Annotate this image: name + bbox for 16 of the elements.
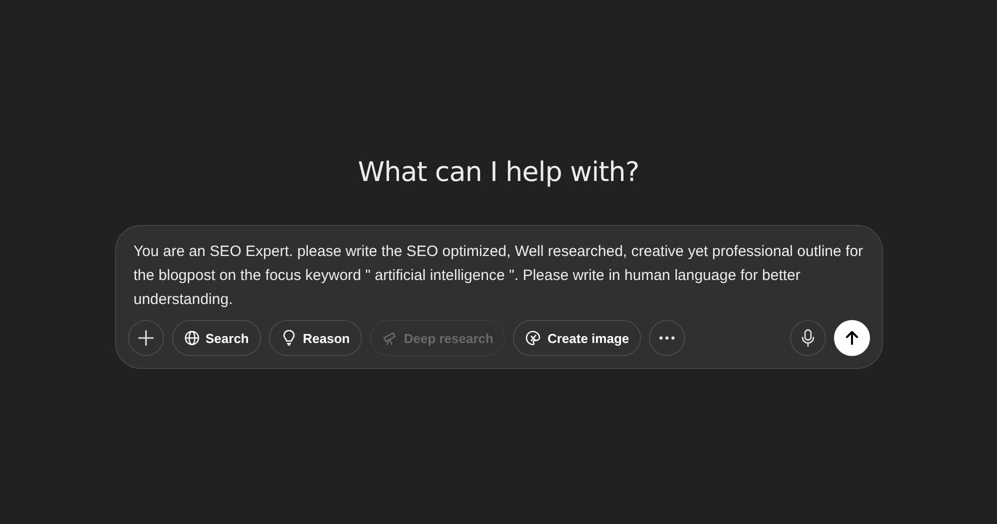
microphone-button[interactable] — [790, 320, 826, 356]
search-button[interactable]: Search — [172, 320, 261, 356]
lightbulb-icon — [280, 330, 297, 346]
reason-button[interactable]: Reason — [268, 320, 362, 356]
microphone-icon — [800, 329, 816, 347]
palette-icon — [525, 330, 542, 346]
plus-icon — [136, 329, 154, 347]
send-button[interactable] — [834, 320, 870, 356]
attach-button[interactable] — [128, 320, 164, 356]
more-icon — [658, 335, 676, 341]
prompt-input[interactable]: You are an SEO Expert. please write the SEO optimized, Well researched, creative yet professional outline for the blogpost on the focus keyword " artificial intelligence ". Please write in human language for better understanding. — [128, 240, 870, 312]
create-image-button[interactable]: Create image — [513, 320, 642, 356]
arrow-up-icon — [844, 330, 860, 346]
telescope-icon — [382, 330, 398, 346]
page-heading: What can I help with? — [358, 156, 640, 190]
globe-icon — [184, 330, 200, 346]
